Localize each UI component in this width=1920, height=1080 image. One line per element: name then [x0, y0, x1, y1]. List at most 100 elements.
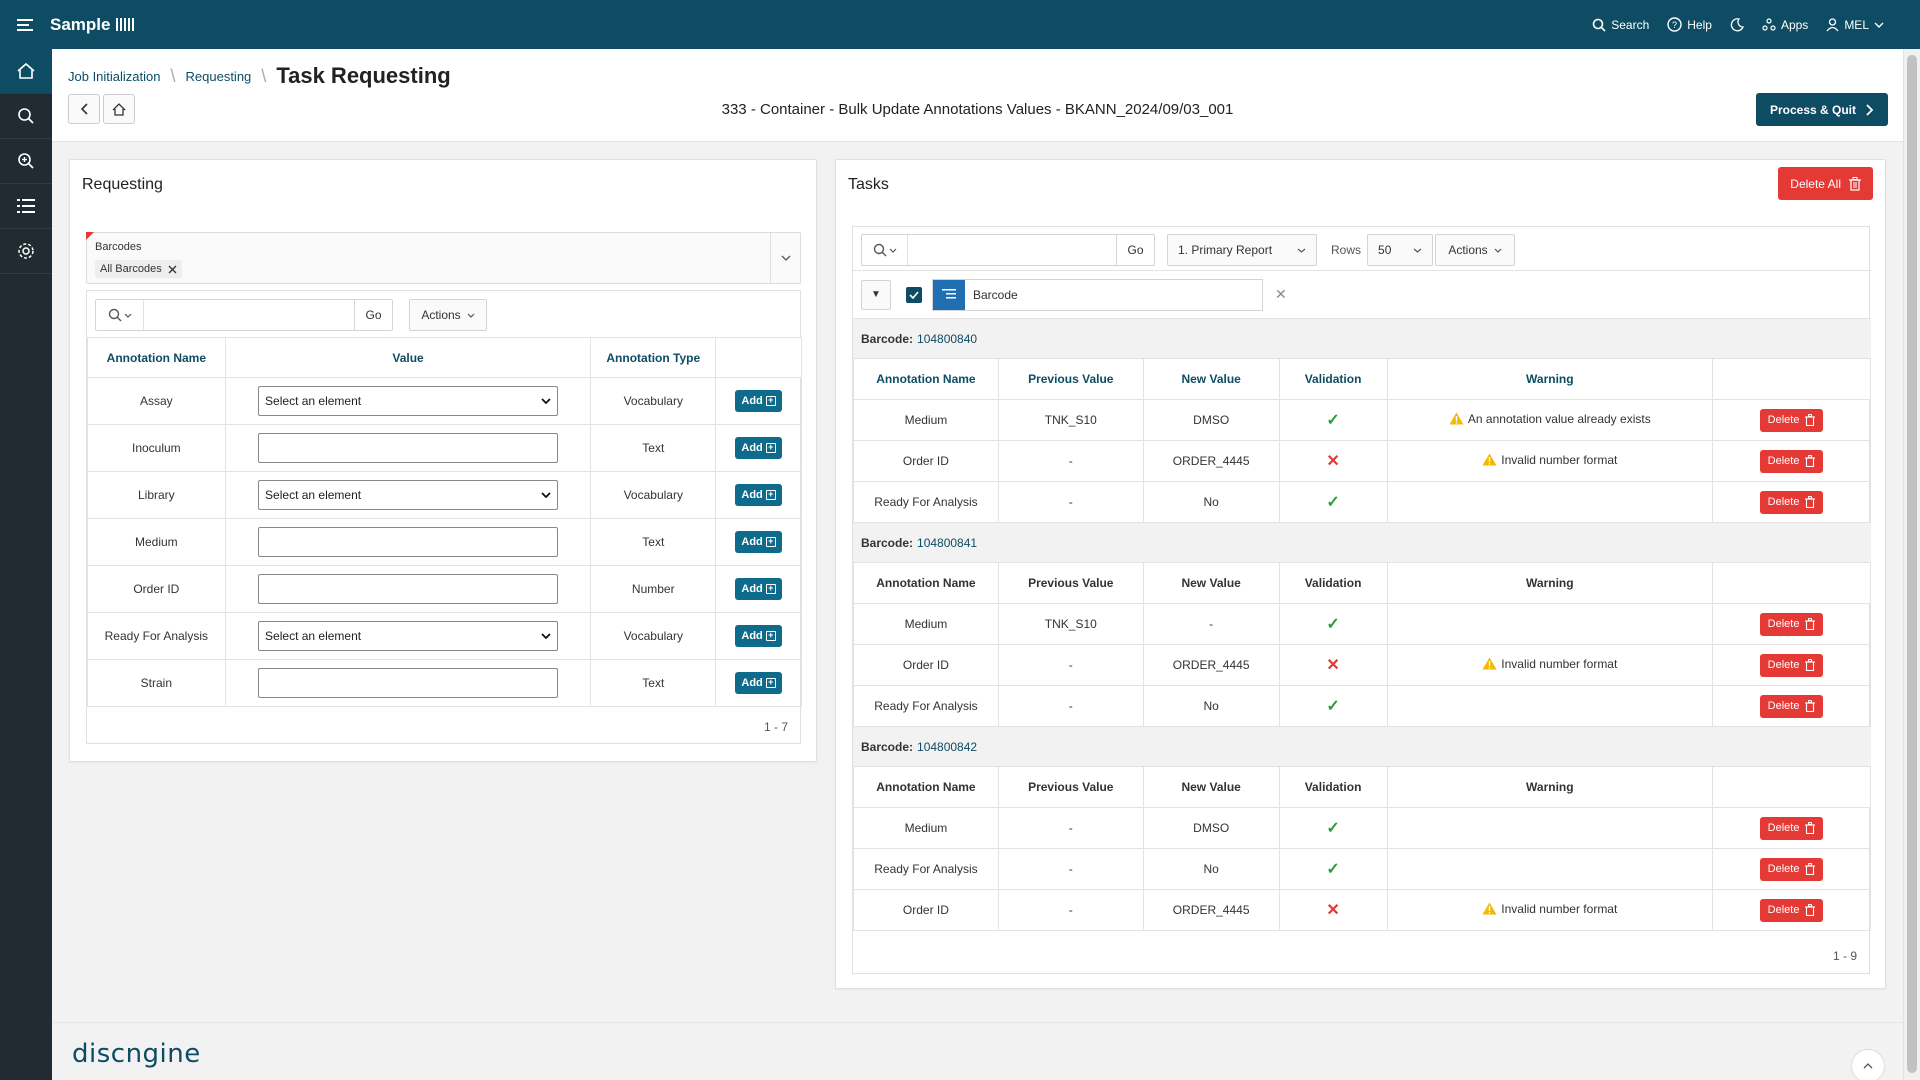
app-brand[interactable]: Sample: [50, 15, 135, 35]
breadcrumb-job-initialization[interactable]: Job Initialization: [68, 69, 161, 84]
table-row: Order ID Number Add +: [87, 565, 802, 613]
add-button[interactable]: Add +: [735, 672, 782, 694]
dark-mode-toggle[interactable]: [1730, 17, 1744, 32]
column-header-validation[interactable]: Validation: [1278, 766, 1388, 808]
tasks-go-button[interactable]: Go: [1116, 235, 1154, 265]
value-input[interactable]: [258, 433, 559, 463]
help-link-label: Help: [1687, 17, 1712, 32]
filter-enabled-checkbox[interactable]: [906, 286, 922, 303]
delete-button[interactable]: Delete: [1759, 449, 1824, 473]
delete-cell: Delete: [1712, 807, 1871, 849]
column-header-warning[interactable]: Warning: [1386, 562, 1714, 604]
delete-button[interactable]: Delete: [1759, 816, 1824, 840]
delete-button[interactable]: Delete: [1759, 653, 1824, 677]
value-cell: Select an element: [224, 377, 592, 425]
add-button[interactable]: Add +: [735, 437, 782, 459]
page-scrollbar[interactable]: [1903, 49, 1920, 1080]
tasks-search-input[interactable]: [908, 235, 1116, 265]
column-header-annotation-name[interactable]: Annotation Name: [853, 358, 999, 400]
user-menu[interactable]: MEL: [1826, 18, 1884, 32]
column-header-new-value[interactable]: New Value: [1142, 358, 1280, 400]
collapse-toggle[interactable]: ▼: [861, 279, 891, 310]
scrollbar-thumb[interactable]: [1907, 55, 1917, 1073]
hamburger-menu-icon[interactable]: [0, 0, 50, 49]
delete-button[interactable]: Delete: [1759, 694, 1824, 718]
control-break-filter[interactable]: Barcode: [932, 278, 1263, 311]
requesting-title: Requesting: [82, 176, 163, 193]
plus-square-icon: +: [765, 678, 776, 688]
nav-search[interactable]: [0, 94, 52, 139]
value-select[interactable]: Select an element: [258, 621, 559, 651]
scroll-to-top-button[interactable]: [1851, 1049, 1885, 1080]
nav-list[interactable]: [0, 184, 52, 229]
column-header-validation[interactable]: Validation: [1278, 562, 1388, 604]
column-header-warning[interactable]: Warning: [1386, 766, 1714, 808]
column-header-previous-value[interactable]: Previous Value: [997, 562, 1144, 604]
plus-square-icon: +: [765, 490, 776, 500]
requesting-actions-button[interactable]: Actions: [409, 299, 487, 331]
add-button[interactable]: Add +: [735, 578, 782, 600]
rows-select[interactable]: 50: [1367, 234, 1434, 266]
delete-button[interactable]: Delete: [1759, 857, 1824, 881]
column-header-annotation-name[interactable]: Annotation Name: [87, 337, 226, 378]
plus-square-icon: +: [765, 396, 776, 406]
table-row: Order ID - ORDER_4445 ✕ Invalid number f…: [853, 889, 1871, 931]
value-input[interactable]: [258, 527, 559, 557]
column-header-annotation-type[interactable]: Annotation Type: [590, 337, 717, 378]
moon-icon: [1730, 17, 1744, 31]
report-select[interactable]: 1. Primary Report: [1167, 234, 1317, 266]
search-icon: [1592, 18, 1606, 32]
value-input[interactable]: [258, 574, 559, 604]
column-header-previous-value[interactable]: Previous Value: [997, 766, 1144, 808]
trash-icon: [1805, 455, 1816, 467]
validation-cell: ✕: [1278, 644, 1388, 686]
requesting-go-button[interactable]: Go: [354, 300, 392, 330]
delete-all-button[interactable]: Delete All: [1778, 167, 1873, 200]
value-input[interactable]: [258, 668, 559, 698]
delete-label: Delete: [1767, 659, 1800, 671]
remove-filter-close-icon[interactable]: ✕: [1275, 286, 1287, 303]
value-select[interactable]: Select an element: [258, 386, 559, 416]
column-header-warning[interactable]: Warning: [1386, 358, 1714, 400]
search-link[interactable]: Search: [1592, 18, 1649, 32]
delete-button[interactable]: Delete: [1759, 898, 1824, 922]
apps-link[interactable]: Apps: [1762, 18, 1808, 32]
trash-icon: [1805, 659, 1816, 671]
column-header-new-value[interactable]: New Value: [1142, 562, 1280, 604]
close-icon[interactable]: [168, 265, 177, 274]
footer: discngine: [52, 1022, 1903, 1080]
search-column-toggle[interactable]: [862, 235, 908, 265]
column-header-validation[interactable]: Validation: [1278, 358, 1388, 400]
zoom-in-icon: [18, 153, 34, 169]
tasks-actions-button[interactable]: Actions: [1435, 234, 1516, 266]
trash-icon: [1805, 496, 1816, 508]
column-header-value[interactable]: Value: [224, 337, 592, 378]
search-column-toggle[interactable]: [96, 300, 144, 330]
column-header-previous-value[interactable]: Previous Value: [997, 358, 1144, 400]
validation-cell: ✓: [1278, 685, 1388, 727]
requesting-search-input[interactable]: [144, 300, 354, 330]
annotation-name-cell: Ready For Analysis: [853, 848, 999, 890]
help-link[interactable]: ? Help: [1667, 17, 1712, 32]
column-header-annotation-name[interactable]: Annotation Name: [853, 562, 999, 604]
table-row: Library Select an element Vocabulary Add…: [87, 471, 802, 519]
add-button[interactable]: Add +: [735, 625, 782, 647]
delete-button[interactable]: Delete: [1759, 490, 1824, 514]
nav-advanced-search[interactable]: [0, 139, 52, 184]
nav-home[interactable]: [0, 49, 52, 94]
process-quit-button[interactable]: Process & Quit: [1755, 93, 1888, 126]
value-select[interactable]: Select an element: [258, 480, 559, 510]
nav-settings[interactable]: [0, 229, 52, 274]
table-row: Order ID - ORDER_4445 ✕ Invalid number f…: [853, 440, 1871, 482]
breadcrumb-requesting[interactable]: Requesting: [186, 69, 252, 84]
column-header-annotation-name[interactable]: Annotation Name: [853, 766, 999, 808]
delete-button[interactable]: Delete: [1759, 612, 1824, 636]
add-button[interactable]: Add +: [735, 484, 782, 506]
new-value-cell: ORDER_4445: [1142, 440, 1280, 482]
delete-button[interactable]: Delete: [1759, 408, 1824, 432]
barcodes-dropdown-toggle[interactable]: [770, 233, 800, 283]
add-button[interactable]: Add +: [735, 390, 782, 412]
barcodes-field[interactable]: Barcodes All Barcodes: [86, 232, 801, 284]
column-header-new-value[interactable]: New Value: [1142, 766, 1280, 808]
add-button[interactable]: Add +: [735, 531, 782, 553]
